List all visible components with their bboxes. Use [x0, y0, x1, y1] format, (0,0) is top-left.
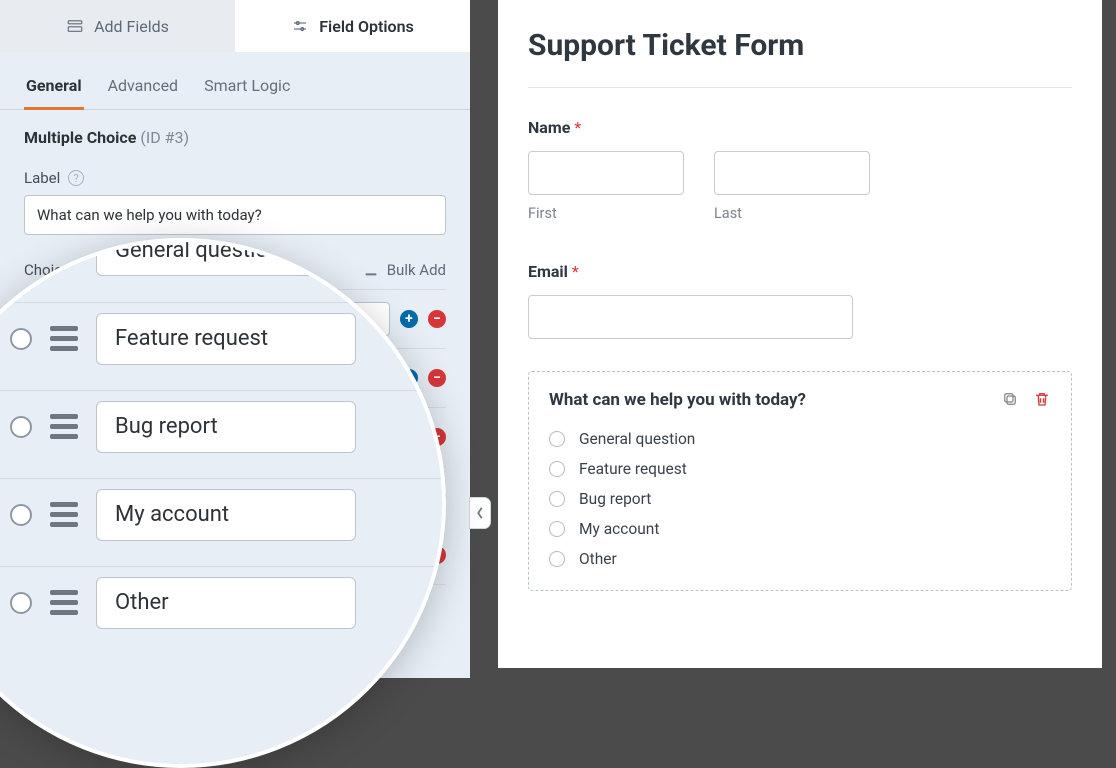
- label-caption: Label: [24, 169, 60, 187]
- preview-option-label: Other: [579, 550, 617, 568]
- drag-handle-icon[interactable]: [50, 414, 78, 439]
- drag-handle-icon[interactable]: [50, 590, 78, 615]
- sub-tab-smart-logic[interactable]: Smart Logic: [202, 66, 292, 109]
- name-label: Name: [528, 118, 570, 137]
- email-field: Email*: [528, 262, 1072, 339]
- tab-field-options[interactable]: Field Options: [235, 0, 470, 52]
- sub-tab-general[interactable]: General: [24, 66, 84, 109]
- preview-option[interactable]: Feature request: [549, 460, 1051, 478]
- field-id: (ID #3): [140, 128, 189, 147]
- form-fields-icon: [66, 17, 84, 35]
- radio-icon: [549, 551, 565, 567]
- field-options-sub-tabs: General Advanced Smart Logic: [0, 66, 470, 110]
- name-field: Name* First Last: [528, 118, 1072, 222]
- tab-field-options-label: Field Options: [319, 17, 413, 36]
- sub-tab-advanced[interactable]: Advanced: [106, 66, 181, 109]
- required-asterisk: *: [572, 262, 579, 281]
- radio-icon: [549, 491, 565, 507]
- magnifier-lens: General question Feature request Bug rep…: [0, 238, 446, 768]
- zoom-choice-row: Feature request: [0, 302, 442, 374]
- trash-icon[interactable]: [1033, 390, 1051, 408]
- collapse-panel-button[interactable]: [470, 498, 490, 528]
- choice-default-radio[interactable]: [10, 239, 32, 261]
- magnifier-overlay: General question Feature request Bug rep…: [0, 238, 446, 768]
- preview-option-label: Feature request: [579, 460, 687, 478]
- label-input[interactable]: [24, 195, 446, 235]
- chevron-left-icon: [475, 506, 485, 520]
- preview-option-list: General question Feature request Bug rep…: [549, 430, 1051, 568]
- email-label: Email: [528, 262, 568, 281]
- choice-input[interactable]: My account: [96, 489, 356, 541]
- last-name-sublabel: Last: [714, 205, 870, 222]
- tab-add-fields[interactable]: Add Fields: [0, 0, 235, 52]
- first-name-input[interactable]: [528, 151, 684, 195]
- selected-field-block[interactable]: What can we help you with today? General…: [528, 371, 1072, 591]
- choice-input[interactable]: Bug report: [96, 401, 356, 453]
- label-row: Label ?: [24, 169, 446, 187]
- magnifier-content: General question Feature request Bug rep…: [0, 238, 442, 638]
- preview-option[interactable]: Other: [549, 550, 1051, 568]
- radio-icon: [549, 461, 565, 477]
- question-label: What can we help you with today?: [549, 390, 1001, 410]
- zoom-choice-row: Other: [0, 566, 442, 638]
- divider: [528, 87, 1072, 88]
- choice-default-radio[interactable]: [10, 504, 32, 526]
- preview-option-label: Bug report: [579, 490, 651, 508]
- zoom-choice-row: General question: [0, 238, 442, 286]
- preview-option-label: General question: [579, 430, 695, 448]
- field-type: Multiple Choice: [24, 128, 136, 147]
- help-icon[interactable]: ?: [68, 170, 84, 186]
- drag-handle-icon[interactable]: [50, 502, 78, 527]
- choice-input[interactable]: General question: [96, 238, 356, 276]
- choice-default-radio[interactable]: [10, 592, 32, 614]
- drag-handle-icon[interactable]: [50, 326, 78, 351]
- last-name-input[interactable]: [714, 151, 870, 195]
- email-input[interactable]: [528, 295, 853, 339]
- field-type-heading: Multiple Choice (ID #3): [24, 128, 446, 147]
- choice-input[interactable]: Feature request: [96, 313, 356, 365]
- form-preview: Support Ticket Form Name* First Last Ema…: [498, 0, 1102, 668]
- required-asterisk: *: [574, 118, 581, 137]
- preview-option[interactable]: My account: [549, 520, 1051, 538]
- preview-option-label: My account: [579, 520, 659, 538]
- panel-top-tabs: Add Fields Field Options: [0, 0, 470, 52]
- choice-default-radio[interactable]: [10, 328, 32, 350]
- preview-option[interactable]: Bug report: [549, 490, 1051, 508]
- choice-default-radio[interactable]: [10, 416, 32, 438]
- zoom-choice-row: Bug report: [0, 390, 442, 462]
- duplicate-icon[interactable]: [1001, 390, 1019, 408]
- radio-icon: [549, 431, 565, 447]
- radio-icon: [549, 521, 565, 537]
- tab-add-fields-label: Add Fields: [94, 17, 169, 36]
- first-name-sublabel: First: [528, 205, 684, 222]
- sliders-icon: [291, 17, 309, 35]
- zoom-choice-row: My account: [0, 478, 442, 550]
- field-toolbar: [1001, 390, 1051, 408]
- choice-input[interactable]: Other: [96, 577, 356, 629]
- preview-option[interactable]: General question: [549, 430, 1051, 448]
- drag-handle-icon[interactable]: [50, 238, 78, 263]
- form-title: Support Ticket Form: [528, 28, 1072, 63]
